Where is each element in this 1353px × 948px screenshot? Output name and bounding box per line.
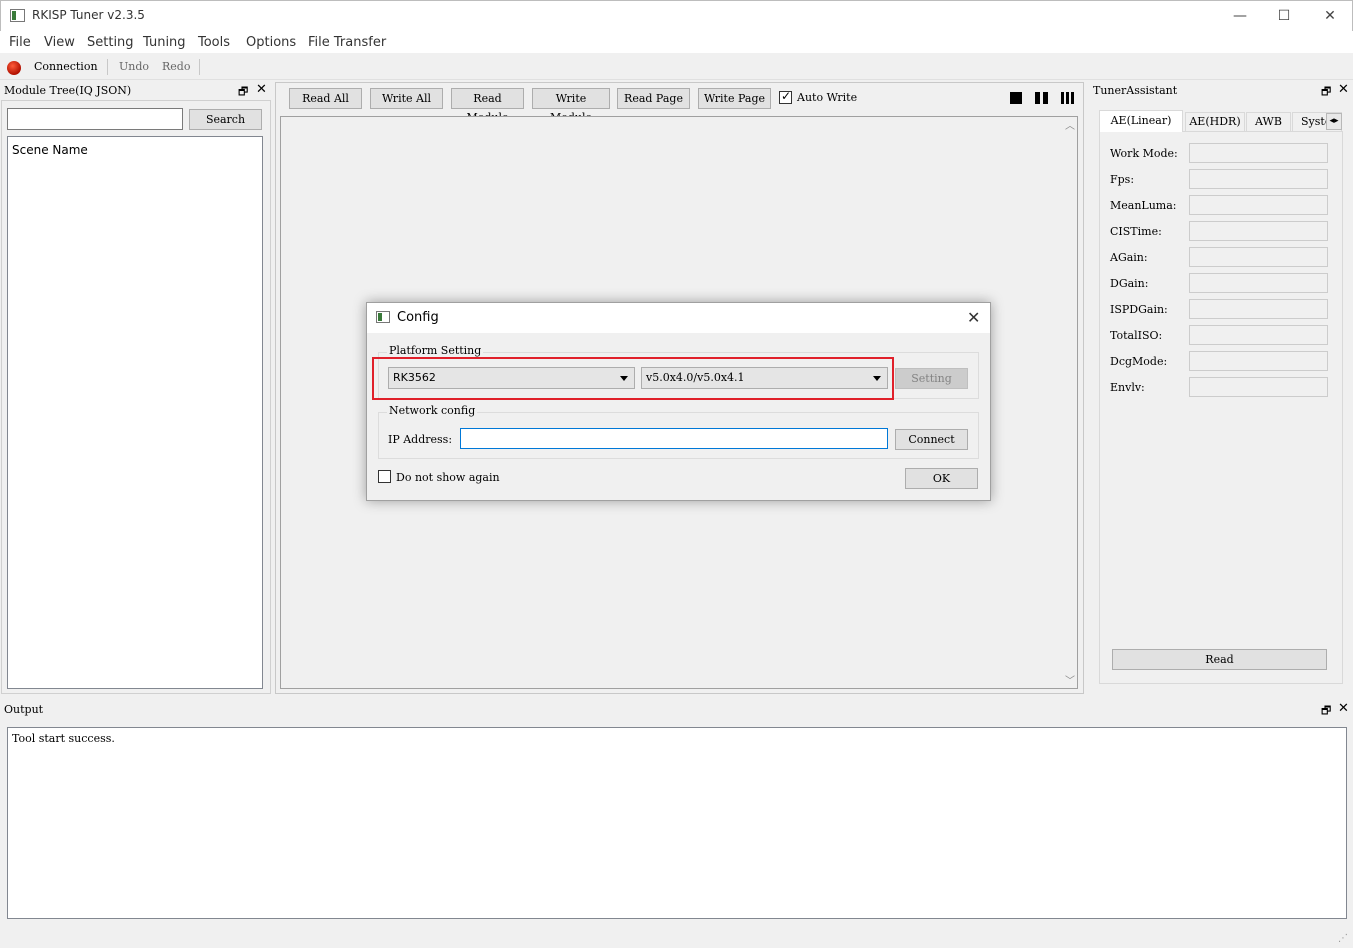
read-module-button[interactable]: Read Module (451, 88, 524, 124)
window-titlebar: RKISP Tuner v2.3.5 — ☐ ✕ (0, 0, 1353, 31)
app-icon (10, 9, 25, 22)
menu-file-transfer[interactable]: File Transfer (308, 35, 386, 50)
output-log-line: Tool start success. (12, 732, 115, 745)
platform-setting-label: Platform Setting (387, 344, 484, 357)
dcg-mode-label: DcgMode: (1110, 355, 1168, 368)
menu-file[interactable]: File (9, 35, 31, 50)
isp-dgain-label: ISPDGain: (1110, 303, 1168, 316)
menu-tuning[interactable]: Tuning (143, 35, 186, 50)
assistant-read-button[interactable]: Read (1112, 649, 1327, 670)
output-log[interactable]: Tool start success. (7, 727, 1347, 919)
module-search-input[interactable] (7, 108, 183, 130)
maximize-icon[interactable]: ☐ (1270, 6, 1298, 26)
envlv-field (1189, 377, 1328, 397)
tab-scroll-icon[interactable]: ◂▸ (1326, 113, 1342, 130)
envlv-label: Envlv: (1110, 381, 1145, 394)
layout-double-icon[interactable] (1035, 92, 1048, 104)
resize-grip-icon[interactable]: ⋰ (1338, 933, 1348, 944)
dgain-field (1189, 273, 1328, 293)
window-title: RKISP Tuner v2.3.5 (32, 8, 145, 22)
check-icon: ✓ (781, 89, 792, 103)
cis-time-label: CISTime: (1110, 225, 1162, 238)
toolbar-separator (199, 59, 200, 75)
write-page-button[interactable]: Write Page (698, 88, 771, 109)
fps-field (1189, 169, 1328, 189)
mean-luma-label: MeanLuma: (1110, 199, 1177, 212)
main-toolbar: Connection Undo Redo (0, 55, 1353, 80)
read-page-button[interactable]: Read Page (617, 88, 690, 109)
dialog-close-icon[interactable]: ✕ (967, 308, 980, 327)
total-iso-label: TotalISO: (1110, 329, 1163, 342)
connect-button[interactable]: Connect (895, 429, 968, 450)
toolbar-separator (107, 59, 108, 75)
work-mode-field (1189, 143, 1328, 163)
write-module-button[interactable]: Write Module (532, 88, 610, 124)
close-dock-icon[interactable]: ✕ (1338, 701, 1349, 716)
highlight-box (372, 357, 894, 400)
menu-tools[interactable]: Tools (198, 35, 230, 50)
read-all-button[interactable]: Read All (289, 88, 362, 109)
fps-label: Fps: (1110, 173, 1135, 186)
total-iso-field (1189, 325, 1328, 345)
layout-single-icon[interactable] (1010, 92, 1022, 104)
tab-ae-hdr[interactable]: AE(HDR) (1185, 112, 1245, 131)
tab-ae-linear[interactable]: AE(Linear) (1099, 110, 1183, 132)
output-title: Output (4, 703, 44, 716)
dcg-mode-field (1189, 351, 1328, 371)
undo-button[interactable]: Undo (119, 60, 149, 73)
auto-write-checkbox[interactable]: ✓ (779, 89, 792, 104)
close-dock-icon[interactable]: ✕ (1338, 82, 1349, 97)
connection-button[interactable]: Connection (34, 60, 98, 73)
minimize-icon[interactable]: — (1226, 6, 1254, 26)
redo-button[interactable]: Redo (162, 60, 190, 73)
tree-header-scene-name: Scene Name (12, 143, 88, 157)
float-icon[interactable]: 🗗 (1321, 702, 1331, 721)
ip-address-input[interactable] (460, 428, 888, 449)
layout-triple-icon[interactable] (1061, 92, 1074, 104)
again-field (1189, 247, 1328, 267)
menu-setting[interactable]: Setting (87, 35, 134, 50)
again-label: AGain: (1110, 251, 1148, 264)
write-all-button[interactable]: Write All (370, 88, 443, 109)
dialog-title: Config (397, 310, 439, 325)
dialog-app-icon (376, 311, 390, 323)
scroll-down-icon[interactable]: ﹀ (1065, 672, 1075, 687)
do-not-show-checkbox[interactable] (378, 470, 391, 483)
do-not-show-label: Do not show again (396, 471, 500, 484)
config-dialog: Config ✕ Platform Setting RK3562 v5.0x4.… (366, 302, 991, 501)
close-icon[interactable]: ✕ (1316, 6, 1344, 26)
tuner-assistant-title: TunerAssistant (1093, 84, 1178, 97)
dgain-label: DGain: (1110, 277, 1149, 290)
close-dock-icon[interactable]: ✕ (256, 82, 267, 97)
float-icon[interactable]: 🗗 (1321, 83, 1331, 102)
ip-address-label: IP Address: (388, 433, 453, 446)
dialog-titlebar: Config ✕ (367, 303, 990, 333)
page-scrollbar[interactable]: ︿ ﹀ (1063, 117, 1077, 688)
isp-dgain-field (1189, 299, 1328, 319)
scroll-up-icon[interactable]: ︿ (1065, 117, 1075, 132)
menu-options[interactable]: Options (246, 35, 296, 50)
cis-time-field (1189, 221, 1328, 241)
setting-button[interactable]: Setting (895, 368, 968, 389)
ok-button[interactable]: OK (905, 468, 978, 489)
module-tree-view[interactable]: Scene Name (7, 136, 263, 689)
menu-bar: File View Setting Tuning Tools Options F… (0, 31, 1353, 53)
module-tree-title: Module Tree(IQ JSON) (4, 84, 132, 97)
mean-luma-field (1189, 195, 1328, 215)
status-bar (0, 925, 1353, 948)
search-button[interactable]: Search (189, 109, 262, 130)
tab-awb[interactable]: AWB (1246, 112, 1291, 131)
work-mode-label: Work Mode: (1110, 147, 1178, 160)
connection-status-icon (7, 61, 21, 75)
auto-write-label: Auto Write (797, 91, 858, 104)
menu-view[interactable]: View (44, 35, 75, 50)
network-config-label: Network config (387, 404, 478, 417)
